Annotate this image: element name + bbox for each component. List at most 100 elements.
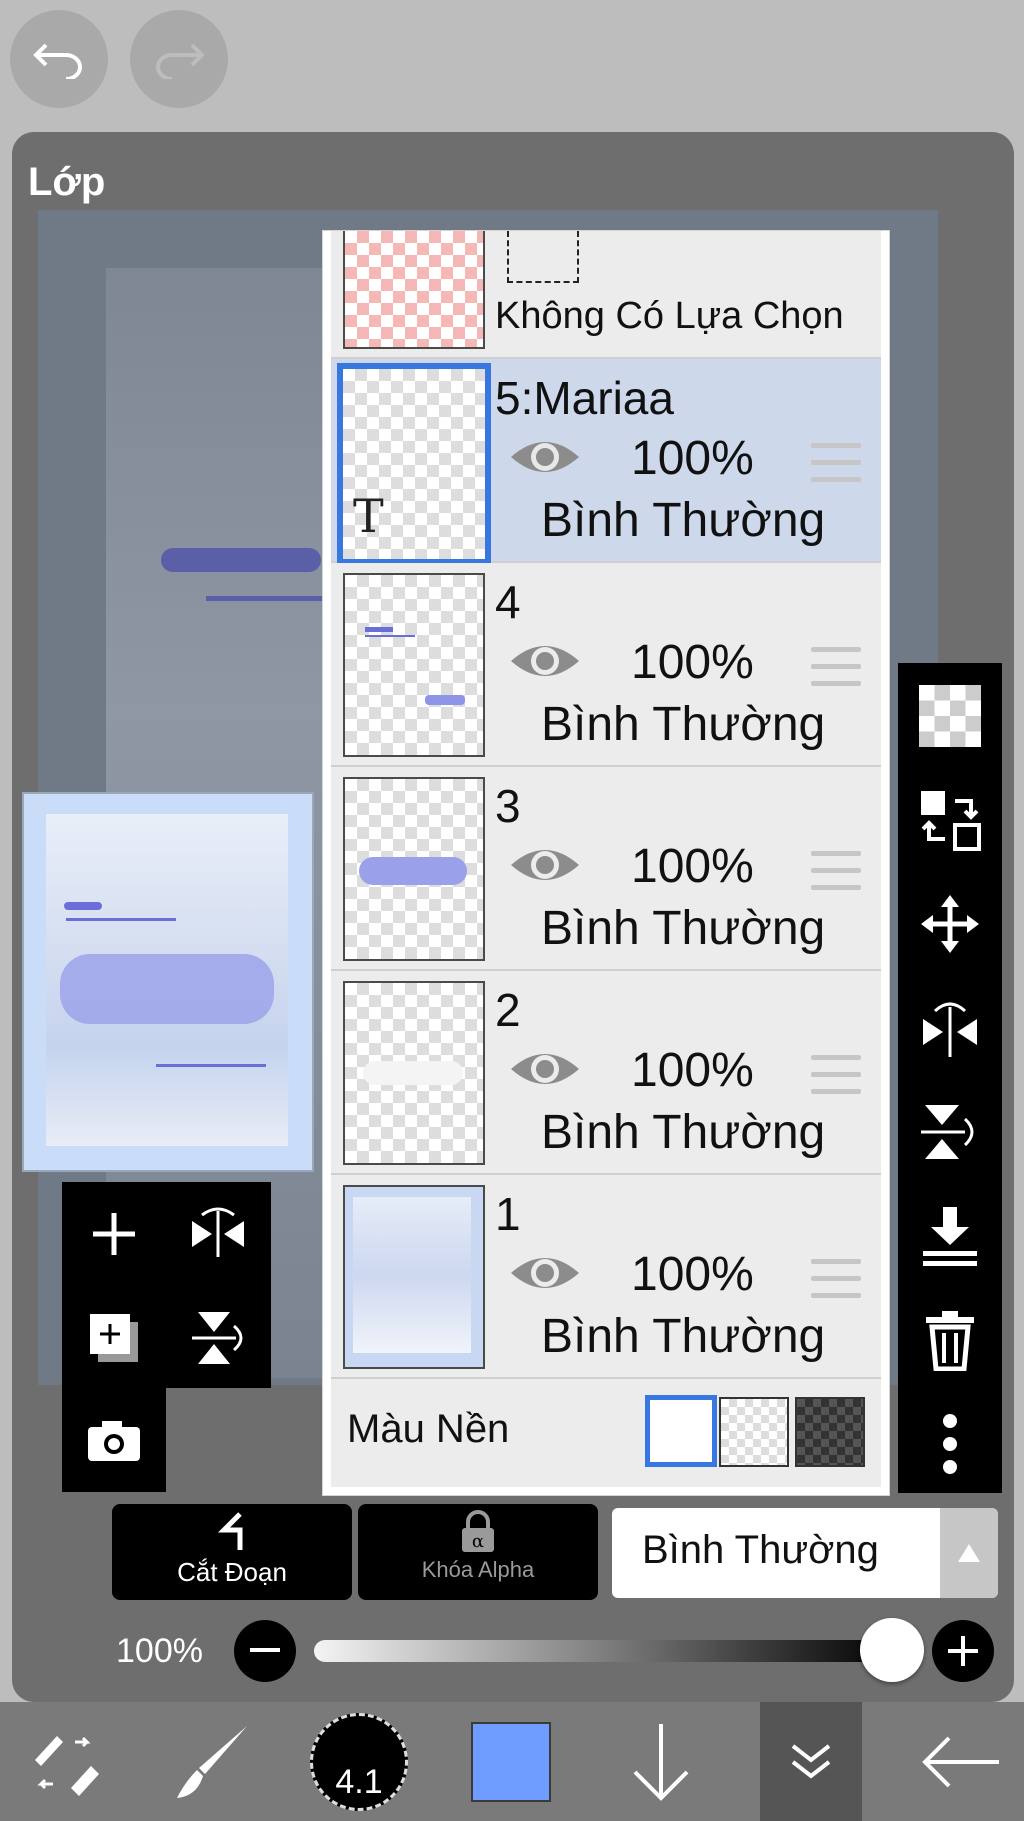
undo-icon bbox=[33, 43, 82, 79]
opacity-label: 100% bbox=[116, 1632, 203, 1670]
selection-label: Không Có Lựa Chọn bbox=[495, 295, 844, 337]
drag-handle-icon[interactable] bbox=[811, 1259, 861, 1310]
visibility-eye-icon[interactable] bbox=[509, 841, 581, 889]
layer-row[interactable]: T 5:Mariaa 100% Bình Thường bbox=[331, 359, 881, 565]
layer-name: 3 bbox=[495, 780, 521, 832]
flip-vertical-button[interactable] bbox=[182, 1302, 254, 1374]
layer-opacity: 100% bbox=[631, 1248, 754, 1301]
layer-row[interactable]: 2 100% Bình Thường bbox=[331, 971, 881, 1175]
move-button[interactable] bbox=[898, 879, 1002, 969]
back-button[interactable] bbox=[906, 1702, 1016, 1821]
more-options-button[interactable] bbox=[898, 1399, 1002, 1489]
selection-marquee-icon bbox=[507, 231, 579, 283]
alpha-lock-button[interactable]: α Khóa Alpha bbox=[358, 1504, 598, 1600]
undo-button[interactable] bbox=[10, 10, 108, 108]
tool-switch-button[interactable] bbox=[10, 1702, 120, 1821]
duplicate-layer-icon bbox=[90, 1314, 138, 1362]
opacity-decrease-button[interactable] bbox=[234, 1620, 296, 1682]
layer-opacity: 100% bbox=[631, 1044, 754, 1097]
brush-eraser-switch-icon bbox=[35, 1735, 99, 1796]
lock-icon: α bbox=[462, 1510, 494, 1552]
layer-thumbnail bbox=[343, 573, 485, 757]
layer-blend-mode: Bình Thường bbox=[541, 1106, 826, 1159]
layer-name: 2 bbox=[495, 984, 521, 1036]
layer-blend-mode: Bình Thường bbox=[541, 698, 826, 751]
clipping-label: Cắt Đoạn bbox=[177, 1557, 287, 1587]
brush-size-value: 4.1 bbox=[335, 1762, 383, 1801]
flip-horizontal-button[interactable] bbox=[182, 1198, 254, 1270]
merge-down-icon bbox=[923, 1207, 977, 1266]
duplicate-layer-button[interactable] bbox=[78, 1302, 150, 1374]
panel-title: Lớp bbox=[28, 160, 106, 204]
flip-horizontal-right-button[interactable] bbox=[898, 983, 1002, 1073]
redo-button[interactable] bbox=[130, 10, 228, 108]
more-vertical-icon bbox=[943, 1414, 957, 1474]
trash-icon bbox=[926, 1311, 974, 1371]
arrow-left-icon bbox=[922, 1736, 999, 1787]
drag-handle-icon[interactable] bbox=[811, 647, 861, 698]
minus-icon bbox=[250, 1648, 280, 1652]
layer-thumbnail bbox=[343, 981, 485, 1165]
visibility-eye-icon[interactable] bbox=[509, 433, 581, 481]
opacity-slider-track[interactable] bbox=[314, 1640, 894, 1662]
layer-name: 5:Mariaa bbox=[495, 372, 674, 424]
blend-mode-value: Bình Thường bbox=[642, 1528, 879, 1572]
bg-dark-swatch[interactable] bbox=[795, 1397, 865, 1467]
visibility-eye-icon[interactable] bbox=[509, 637, 581, 685]
transparency-button[interactable] bbox=[898, 671, 1002, 761]
layers-button[interactable] bbox=[760, 1702, 862, 1821]
opacity-increase-button[interactable] bbox=[932, 1620, 994, 1682]
flip-horizontal-icon bbox=[923, 1002, 977, 1057]
color-swatch bbox=[471, 1721, 551, 1802]
merge-down-button[interactable] bbox=[898, 1191, 1002, 1281]
move-icon bbox=[921, 895, 979, 953]
layer-row[interactable]: 3 100% Bình Thường bbox=[331, 767, 881, 971]
blend-mode-dropdown[interactable] bbox=[940, 1508, 998, 1598]
drag-handle-icon[interactable] bbox=[811, 1055, 861, 1106]
color-button[interactable] bbox=[456, 1702, 566, 1821]
layer-thumbnail bbox=[343, 1185, 485, 1369]
brush-size-button[interactable]: 4.1 bbox=[304, 1702, 414, 1821]
bg-transparent-swatch[interactable] bbox=[719, 1397, 789, 1467]
drag-handle-icon[interactable] bbox=[811, 851, 861, 902]
layer-row[interactable]: 4 100% Bình Thường bbox=[331, 563, 881, 767]
swap-layer-button[interactable] bbox=[898, 775, 1002, 865]
drag-handle-icon[interactable] bbox=[811, 443, 861, 494]
blend-mode-select[interactable]: Bình Thường bbox=[612, 1508, 998, 1598]
add-layer-button[interactable] bbox=[78, 1198, 150, 1270]
layer-blend-mode: Bình Thường bbox=[541, 902, 826, 955]
opacity-slider-thumb[interactable] bbox=[860, 1618, 924, 1682]
layer-thumbnail: T bbox=[337, 363, 491, 565]
plus-icon bbox=[93, 1213, 135, 1255]
bg-white-swatch[interactable] bbox=[645, 1395, 717, 1467]
clipping-button[interactable]: Cắt Đoạn bbox=[112, 1504, 352, 1600]
layer-thumbnail bbox=[343, 777, 485, 961]
layer-row[interactable]: 1 100% Bình Thường bbox=[331, 1175, 881, 1379]
move-down-button[interactable] bbox=[606, 1702, 716, 1821]
flip-horizontal-icon bbox=[192, 1207, 244, 1257]
flip-vertical-icon bbox=[192, 1312, 243, 1364]
selection-thumbnail bbox=[343, 231, 485, 349]
camera-button[interactable] bbox=[78, 1404, 150, 1476]
layer-blend-mode: Bình Thường bbox=[541, 1310, 826, 1363]
checkerboard-icon bbox=[919, 685, 981, 747]
visibility-eye-icon[interactable] bbox=[509, 1249, 581, 1297]
layer-opacity: 100% bbox=[631, 432, 754, 485]
flip-vertical-right-button[interactable] bbox=[898, 1087, 1002, 1177]
layer-blend-mode: Bình Thường bbox=[541, 494, 826, 547]
alpha-lock-label: Khóa Alpha bbox=[421, 1557, 535, 1582]
double-chevron-down-icon bbox=[791, 1743, 831, 1779]
layer-opacity: 100% bbox=[631, 636, 754, 689]
bottom-toolbar: 4.1 bbox=[0, 1702, 1024, 1821]
delete-layer-button[interactable] bbox=[898, 1295, 1002, 1385]
visibility-eye-icon[interactable] bbox=[509, 1045, 581, 1093]
layer-name: 1 bbox=[495, 1188, 521, 1240]
brush-size-icon: 4.1 bbox=[310, 1712, 408, 1811]
camera-icon bbox=[88, 1421, 140, 1461]
text-layer-icon: T bbox=[353, 489, 384, 543]
brush-tool-button[interactable] bbox=[156, 1702, 266, 1821]
clipping-icon bbox=[217, 1512, 243, 1550]
right-tools bbox=[898, 663, 1002, 1493]
selection-layer-row[interactable]: Không Có Lựa Chọn bbox=[331, 231, 881, 359]
triangle-up-icon bbox=[958, 1544, 980, 1562]
